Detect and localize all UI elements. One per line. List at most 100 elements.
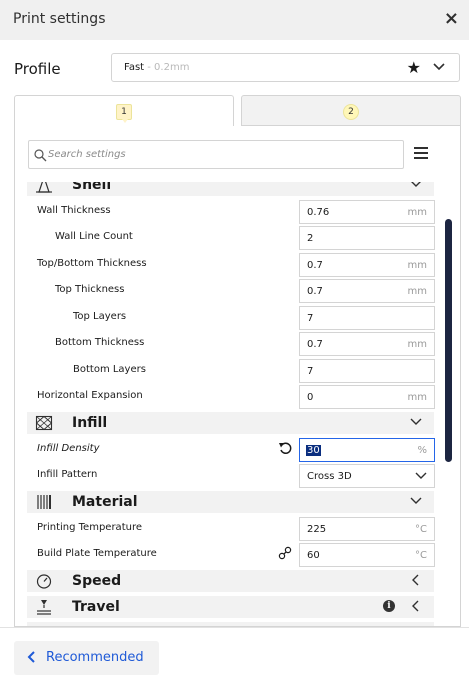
chevron-down-icon <box>410 182 422 196</box>
chevron-down-icon <box>415 468 427 487</box>
setting-infill-density: Infill Density 30 % <box>27 437 435 463</box>
info-icon[interactable]: i <box>383 600 395 612</box>
shell-icon <box>35 182 53 193</box>
bottom-thickness-input[interactable]: 0.7 mm <box>299 332 435 356</box>
field-unit: mm <box>407 260 427 271</box>
travel-icon <box>35 599 53 615</box>
setting-label: Build Plate Temperature <box>37 548 157 559</box>
category-label: Speed <box>72 573 122 589</box>
tab-extruder-2[interactable]: 2 <box>241 95 461 126</box>
field-value: 0 <box>307 392 314 403</box>
setting-label: Top Layers <box>73 311 127 322</box>
star-icon[interactable]: ★ <box>407 58 421 77</box>
top-bottom-thickness-input[interactable]: 0.7 mm <box>299 253 435 277</box>
search-input[interactable]: Search settings <box>28 140 404 169</box>
setting-infill-pattern: Infill Pattern Cross 3D <box>27 463 435 489</box>
title-bar: Print settings × <box>0 0 469 40</box>
build-plate-temperature-input[interactable]: 60 °C <box>299 543 435 567</box>
setting-label: Wall Thickness <box>37 205 111 216</box>
category-label: Material <box>72 494 138 510</box>
setting-label: Printing Temperature <box>37 522 142 533</box>
close-icon[interactable]: × <box>444 8 459 29</box>
recommended-label: Recommended <box>46 650 144 665</box>
setting-horizontal-expansion: Horizontal Expansion 0 mm <box>27 384 435 410</box>
category-material[interactable]: Material <box>27 491 434 513</box>
reset-icon[interactable] <box>278 441 292 459</box>
search-icon <box>34 147 47 166</box>
field-unit: mm <box>407 392 427 403</box>
field-value: 0.76 <box>307 207 330 218</box>
setting-label: Top/Bottom Thickness <box>37 258 147 269</box>
category-label: Infill <box>72 415 108 431</box>
field-value: 7 <box>307 366 314 377</box>
chevron-down-icon <box>433 57 445 81</box>
setting-label: Bottom Thickness <box>55 337 145 348</box>
setting-label: Horizontal Expansion <box>37 390 143 401</box>
setting-top-layers: Top Layers 7 <box>27 305 435 331</box>
field-value: 30 <box>306 445 321 456</box>
category-shell[interactable]: Shell <box>27 182 434 196</box>
category-infill[interactable]: Infill <box>27 412 434 434</box>
category-speed[interactable]: Speed <box>27 570 434 592</box>
chevron-left-icon <box>27 649 37 669</box>
material-icon <box>35 494 53 510</box>
field-value: 0.7 <box>307 339 323 350</box>
tab-extruder-1[interactable]: 1 <box>14 95 234 127</box>
infill-icon <box>35 415 53 431</box>
category-label: Travel <box>72 599 120 615</box>
field-value: Cross 3D <box>307 471 352 482</box>
field-unit: °C <box>415 550 427 561</box>
infill-density-input[interactable]: 30 % <box>299 438 435 462</box>
setting-label: Infill Density <box>37 443 100 454</box>
recommended-button[interactable]: Recommended <box>14 641 159 675</box>
chevron-down-icon <box>410 493 422 513</box>
top-layers-input[interactable]: 7 <box>299 306 435 330</box>
field-value: 7 <box>307 313 314 324</box>
wall-line-count-input[interactable]: 2 <box>299 226 435 250</box>
setting-printing-temperature: Printing Temperature 225 °C <box>27 516 435 542</box>
speed-icon <box>35 573 53 589</box>
setting-bottom-thickness: Bottom Thickness 0.7 mm <box>27 331 435 357</box>
window-title: Print settings <box>13 11 106 27</box>
bottom-layers-input[interactable]: 7 <box>299 359 435 383</box>
extruder-badge-2: 2 <box>343 104 359 120</box>
field-unit: mm <box>407 286 427 297</box>
setting-label: Infill Pattern <box>37 469 98 480</box>
setting-bottom-layers: Bottom Layers 7 <box>27 358 435 384</box>
field-value: 225 <box>307 524 327 535</box>
field-unit: mm <box>407 207 427 218</box>
profile-dropdown[interactable]: Fast - 0.2mm ★ <box>111 53 460 82</box>
printing-temperature-input[interactable]: 225 °C <box>299 517 435 541</box>
setting-label: Wall Line Count <box>55 231 133 242</box>
extruder-badge-1: 1 <box>116 104 132 123</box>
settings-panel: Search settings Shell Wall Thickness 0.7… <box>14 126 461 627</box>
field-value: 60 <box>307 550 320 561</box>
setting-build-plate-temperature: Build Plate Temperature 60 °C <box>27 542 435 568</box>
field-unit: mm <box>407 339 427 350</box>
settings-menu-button[interactable] <box>414 147 428 159</box>
wall-thickness-input[interactable]: 0.76 mm <box>299 200 435 224</box>
setting-label: Bottom Layers <box>73 364 146 375</box>
profile-layer-height: - 0.2mm <box>144 62 190 73</box>
footer-divider <box>0 627 469 628</box>
setting-top-bottom-thickness: Top/Bottom Thickness 0.7 mm <box>27 252 435 278</box>
setting-label: Top Thickness <box>55 284 125 295</box>
settings-list: Shell Wall Thickness 0.76 mm Wall Line C… <box>15 182 445 626</box>
horizontal-expansion-input[interactable]: 0 mm <box>299 385 435 409</box>
chevron-left-icon <box>410 598 422 618</box>
chevron-left-icon <box>410 572 422 592</box>
setting-wall-thickness: Wall Thickness 0.76 mm <box>27 199 435 225</box>
top-thickness-input[interactable]: 0.7 mm <box>299 279 435 303</box>
field-value: 0.7 <box>307 286 323 297</box>
chevron-down-icon <box>410 414 422 434</box>
category-travel[interactable]: Travel i <box>27 596 434 618</box>
field-unit: % <box>417 445 427 456</box>
profile-label: Profile <box>14 60 61 78</box>
settings-scrollbar[interactable] <box>445 219 452 462</box>
profile-name: Fast - 0.2mm <box>124 62 190 73</box>
link-icon[interactable] <box>278 546 292 564</box>
field-value: 0.7 <box>307 260 323 271</box>
setting-top-thickness: Top Thickness 0.7 mm <box>27 278 435 304</box>
infill-pattern-select[interactable]: Cross 3D <box>299 464 435 488</box>
category-label: Shell <box>72 182 112 193</box>
